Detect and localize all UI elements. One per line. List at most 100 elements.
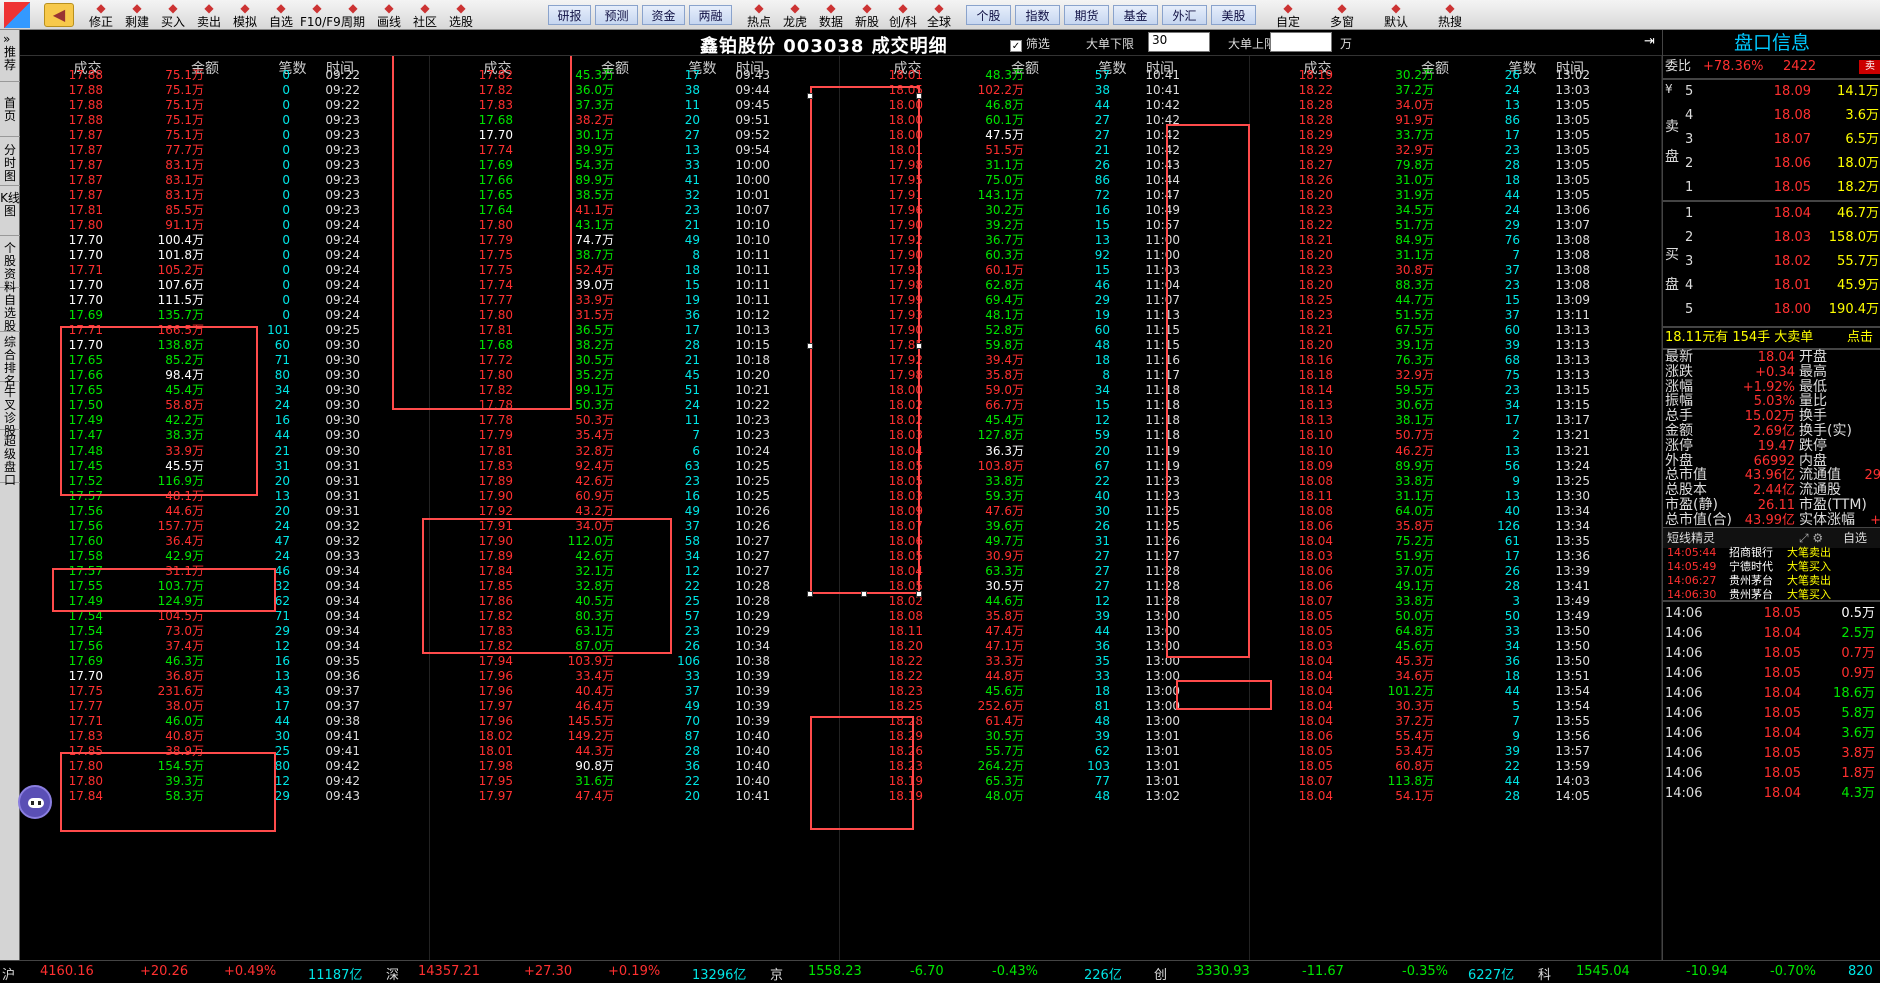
sell-button[interactable]: ◆ 卖出 <box>192 0 226 29</box>
resize-handle[interactable] <box>807 343 813 349</box>
buy-level[interactable]: 2 18.03 158.0万 <box>1663 228 1880 248</box>
tech-button[interactable]: ◆ 创/科 <box>886 0 920 29</box>
trade-column-block: 成交 金额 笔数 时间 18.01 48.3万 57 10:41 18.05 102.2万 38 10… <box>840 56 1250 960</box>
hot-button[interactable]: ◆ 热点 <box>742 0 776 29</box>
tick-row[interactable]: 14:06 18.05 3.8万 <box>1663 744 1880 764</box>
sz-value[interactable]: 14357.21 <box>418 964 480 979</box>
tick-row[interactable]: 14:06 18.04 18.6万 <box>1663 684 1880 704</box>
toolbar-tab[interactable]: 期货 <box>1064 5 1109 25</box>
cy-value[interactable]: 3330.93 <box>1196 964 1250 979</box>
multi-window-button[interactable]: ◆ 多窗 <box>1316 0 1368 29</box>
trade-row[interactable]: 17.97 47.4万 20 10:41 <box>430 787 840 805</box>
sell-level[interactable]: 3 18.07 6.5万 <box>1663 130 1880 150</box>
tick-row[interactable]: 14:06 18.04 3.6万 <box>1663 724 1880 744</box>
tick-row[interactable]: 14:06 18.05 5.8万 <box>1663 704 1880 724</box>
data-button[interactable]: ◆ 数据 <box>814 0 848 29</box>
back-button[interactable]: ◀ <box>44 3 74 27</box>
resize-handle[interactable] <box>861 591 867 597</box>
tick-row[interactable]: 14:06 18.05 0.7万 <box>1663 644 1880 664</box>
stat-row: 最新 18.04 开盘 <box>1663 350 1880 366</box>
sell-level[interactable]: 5 18.09 14.1万 <box>1663 82 1880 102</box>
filter-button[interactable]: ◆ 选股 <box>444 0 478 29</box>
filter-checkbox[interactable]: ✓ 筛选 <box>1010 35 1050 52</box>
assistant-robot-icon[interactable] <box>18 785 52 819</box>
resize-handle[interactable] <box>916 93 922 99</box>
stat-value: +1.92% <box>1742 379 1795 395</box>
sidebar-item[interactable]: 超级盘口 <box>0 433 20 487</box>
short-elves-item[interactable]: 14:05:49 宁德时代 大笔买入 <box>1663 560 1880 574</box>
sell-level[interactable]: 2 18.06 18.0万 <box>1663 154 1880 174</box>
sidebar-item[interactable]: 自选股 <box>0 292 20 333</box>
sidebar-item[interactable]: 综合排名 <box>0 334 20 388</box>
checkbox-icon[interactable]: ✓ <box>1010 40 1022 52</box>
sz-amount: 13296亿 <box>692 968 747 983</box>
dragon-button[interactable]: ◆ 龙虎 <box>778 0 812 29</box>
tick-row[interactable]: 14:06 18.04 2.5万 <box>1663 624 1880 644</box>
buy-button[interactable]: ◆ 买入 <box>156 0 190 29</box>
toolbar-tab[interactable]: 资金 <box>642 5 685 25</box>
sidebar-item[interactable]: 个股资料 <box>0 240 20 294</box>
resize-handle[interactable] <box>807 93 813 99</box>
trade-row[interactable]: 18.04 54.1万 28 14:05 <box>1250 787 1662 805</box>
tick-row[interactable]: 14:06 18.04 4.3万 <box>1663 784 1880 804</box>
big-lower-input[interactable]: 30 <box>1148 32 1210 52</box>
sh-amount: 11187亿 <box>308 968 363 983</box>
pin-icon[interactable]: ⇥ <box>1644 34 1655 49</box>
toolbar-tab[interactable]: 指数 <box>1015 5 1060 25</box>
big-upper-input[interactable] <box>1270 32 1332 52</box>
sidebar-item[interactable]: 牛叉诊股 <box>0 384 20 438</box>
stat-value: 26.11 <box>1757 498 1795 513</box>
tick-row[interactable]: 14:06 18.05 1.8万 <box>1663 764 1880 784</box>
buy-level[interactable]: 5 18.00 190.4万 <box>1663 300 1880 320</box>
info-button[interactable]: ◆ F10/F9 <box>300 0 341 29</box>
level-price: 18.00 <box>1773 302 1811 317</box>
trade-row[interactable]: 18.19 48.0万 48 13:02 <box>840 787 1250 805</box>
resize-handle[interactable] <box>916 343 922 349</box>
toolbar-tab[interactable]: 两融 <box>689 5 732 25</box>
bj-value[interactable]: 1558.23 <box>808 964 862 979</box>
toolbar-tab[interactable]: 预测 <box>595 5 638 25</box>
resize-handle[interactable] <box>916 591 922 597</box>
tick-row[interactable]: 14:06 18.05 0.5万 <box>1663 604 1880 624</box>
default-button[interactable]: ◆ 默认 <box>1370 0 1422 29</box>
sh-value[interactable]: 4160.16 <box>40 964 94 979</box>
sidebar-item[interactable]: 推荐 <box>0 44 20 82</box>
toolbar-tab[interactable]: 研报 <box>548 5 591 25</box>
custom-button[interactable]: ◆ 自定 <box>1262 0 1314 29</box>
sidebar-item[interactable]: K线图 <box>0 190 20 236</box>
buy-level[interactable]: 1 18.04 46.7万 <box>1663 204 1880 224</box>
toolbar-tab[interactable]: 美股 <box>1211 5 1256 25</box>
sell-level[interactable]: 1 18.05 18.2万 <box>1663 178 1880 198</box>
star-button[interactable]: ◆ 自选 <box>264 0 298 29</box>
resize-handle[interactable] <box>807 591 813 597</box>
elves-watchlist-link[interactable]: 自选 <box>1843 528 1867 548</box>
period-button[interactable]: ◆ 周期 <box>336 0 370 29</box>
toolbar-tab[interactable]: 基金 <box>1113 5 1158 25</box>
big-order-click[interactable]: 点击 <box>1847 328 1873 348</box>
short-elves-item[interactable]: 14:06:27 贵州茅台 大笔卖出 <box>1663 574 1880 588</box>
expand-icon[interactable]: ⤢ ⚙ <box>1799 528 1823 548</box>
big-order-row[interactable]: 18.11元有 154手 大卖单 点击 <box>1663 328 1880 348</box>
short-elves-item[interactable]: 14:05:44 招商银行 大笔卖出 <box>1663 546 1880 560</box>
kc-value[interactable]: 1545.04 <box>1576 964 1630 979</box>
bj-amount: 226亿 <box>1084 968 1122 983</box>
hot-search-button[interactable]: ◆ 热搜 <box>1424 0 1476 29</box>
sidebar-item[interactable]: 首页 <box>0 95 20 137</box>
build-button[interactable]: ◆ 剩建 <box>120 0 154 29</box>
buy-level[interactable]: 4 18.01 45.9万 <box>1663 276 1880 296</box>
draw-line-button[interactable]: ◆ 画线 <box>372 0 406 29</box>
tick-time: 14:06 <box>1665 726 1703 741</box>
trade-row[interactable]: 17.84 58.3万 29 09:43 <box>20 787 430 805</box>
edit-button[interactable]: ◆ 修正 <box>84 0 118 29</box>
community-button[interactable]: ◆ 社区 <box>408 0 442 29</box>
tick-row[interactable]: 14:06 18.05 0.9万 <box>1663 664 1880 684</box>
toolbar-tab[interactable]: 个股 <box>966 5 1011 25</box>
buy-level[interactable]: 3 18.02 55.7万 <box>1663 252 1880 272</box>
ipo-button[interactable]: ◆ 新股 <box>850 0 884 29</box>
globe-button[interactable]: ◆ 全球 <box>922 0 956 29</box>
sidebar-item[interactable]: 分时图 <box>0 142 20 186</box>
sell-tag[interactable]: 卖 <box>1859 60 1880 74</box>
toolbar-tab[interactable]: 外汇 <box>1162 5 1207 25</box>
sell-level[interactable]: 4 18.08 3.6万 <box>1663 106 1880 126</box>
simulate-button[interactable]: ◆ 模拟 <box>228 0 262 29</box>
